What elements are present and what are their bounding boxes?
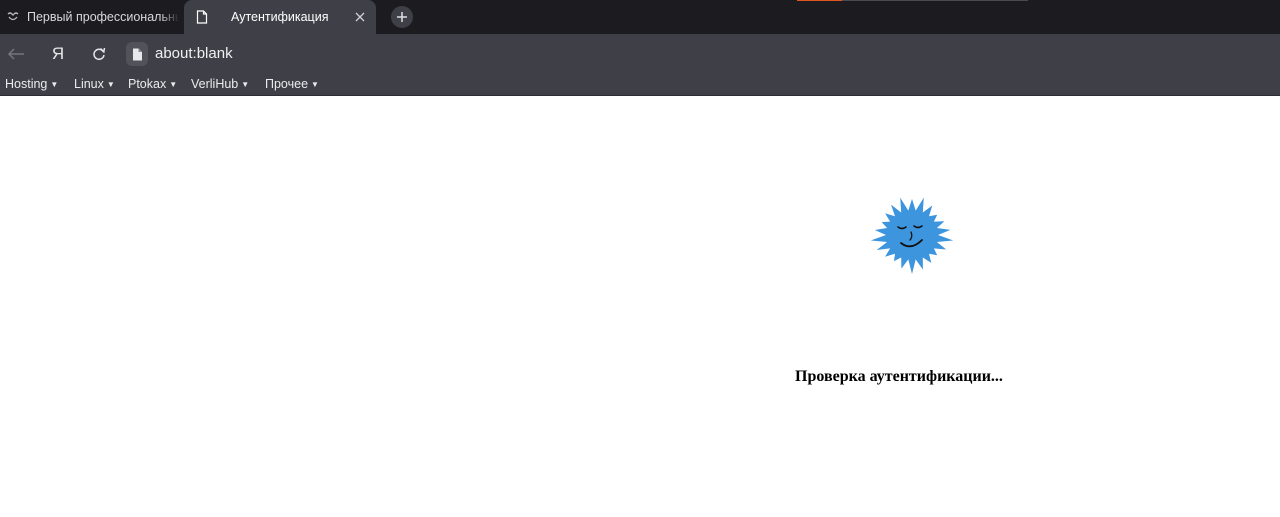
site-info-button[interactable]: [126, 42, 148, 66]
new-tab-button[interactable]: [391, 6, 413, 28]
bookmark-label: Linux: [74, 77, 104, 91]
caret-down-icon: ▼: [241, 80, 250, 89]
bookmark-label: Hosting: [5, 77, 48, 91]
home-logo-button[interactable]: Я: [48, 34, 68, 74]
bookmark-label: Прочее: [265, 77, 309, 91]
bookmark-label: VerliHub: [191, 77, 239, 91]
page-icon: [196, 10, 208, 24]
bookmark-folder-other[interactable]: Прочее ▼: [265, 74, 319, 95]
tab-title: Первый профессиональный: [27, 10, 179, 24]
tab-strip: Первый профессиональный Аутентификация: [0, 0, 1280, 34]
reload-button[interactable]: [88, 34, 110, 74]
status-message: Проверка аутентификации...: [795, 368, 1003, 385]
toolbar: Я about:blank: [0, 34, 1280, 74]
tab-inactive[interactable]: Первый профессиональный: [0, 0, 183, 34]
bookmark-folder-hosting[interactable]: Hosting ▼: [5, 74, 58, 95]
bookmark-label: Ptokax: [128, 77, 167, 91]
address-bar[interactable]: about:blank: [155, 34, 233, 74]
spiky-mascot-icon: [871, 197, 953, 274]
bookmark-folder-linux[interactable]: Linux ▼: [74, 74, 115, 95]
page-content: Проверка аутентификации...: [0, 96, 1280, 517]
reload-icon: [93, 47, 106, 61]
caret-down-icon: ▼: [106, 80, 115, 89]
bookmarks-bar: Hosting ▼ Linux ▼ Ptokax ▼ VerliHub ▼ Прочее…: [0, 74, 1280, 96]
bookmark-folder-verlihub[interactable]: VerliHub ▼: [191, 74, 249, 95]
tab-title: Аутентификация: [231, 10, 329, 24]
caret-down-icon: ▼: [50, 80, 59, 89]
tab-active[interactable]: Аутентификация: [184, 0, 376, 34]
plus-icon: [397, 12, 407, 22]
tab-strip-divider-line: [842, 0, 1028, 1]
tab-strip-accent-line: [797, 0, 842, 1]
bookmark-folder-ptokax[interactable]: Ptokax ▼: [128, 74, 177, 95]
caret-down-icon: ▼: [169, 80, 178, 89]
caret-down-icon: ▼: [311, 80, 319, 89]
back-button[interactable]: [5, 34, 27, 74]
page-icon: [132, 48, 142, 60]
arrow-left-icon: [7, 48, 24, 60]
close-icon[interactable]: [355, 12, 365, 22]
site-favicon-icon: [7, 12, 19, 21]
